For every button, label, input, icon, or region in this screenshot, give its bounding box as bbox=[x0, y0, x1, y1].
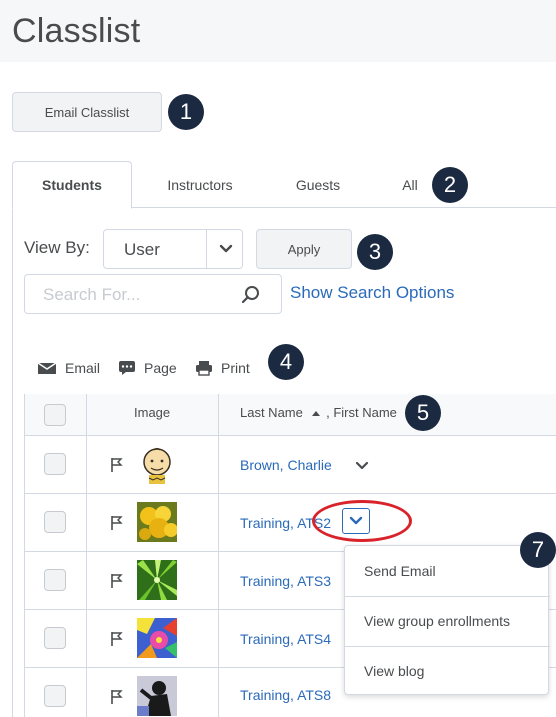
sort-column-first-name[interactable]: , First Name bbox=[326, 405, 397, 420]
show-search-options-link[interactable]: Show Search Options bbox=[290, 283, 454, 303]
row-checkbox[interactable] bbox=[44, 569, 66, 591]
callout-2: 2 bbox=[432, 167, 468, 203]
select-divider bbox=[206, 230, 207, 268]
row-checkbox[interactable] bbox=[44, 511, 66, 533]
avatar bbox=[137, 618, 177, 658]
chat-bubble-icon bbox=[119, 361, 135, 375]
chevron-down-icon bbox=[219, 244, 233, 253]
student-name-link[interactable]: Training, ATS4 bbox=[240, 631, 331, 647]
avatar bbox=[137, 560, 177, 600]
tab-guests[interactable]: Guests bbox=[282, 161, 354, 209]
sort-column-last-name[interactable]: Last Name bbox=[240, 405, 303, 420]
context-menu: Send Email View group enrollments View b… bbox=[344, 545, 550, 696]
tab-bar: Students Instructors Guests All bbox=[12, 161, 556, 209]
column-header-name[interactable]: Last Name , First Name bbox=[240, 405, 397, 420]
toolbar-page-label: Page bbox=[144, 360, 177, 376]
printer-icon bbox=[196, 361, 212, 376]
callout-7: 7 bbox=[520, 532, 556, 568]
chevron-down-icon[interactable] bbox=[354, 460, 370, 472]
toolbar-email[interactable]: Email bbox=[37, 358, 100, 378]
student-name-link[interactable]: Brown, Charlie bbox=[240, 457, 332, 473]
student-name-link[interactable]: Training, ATS8 bbox=[240, 687, 331, 703]
callout-5: 5 bbox=[405, 395, 441, 431]
flag-icon[interactable] bbox=[110, 689, 124, 705]
toolbar-email-label: Email bbox=[65, 360, 101, 376]
tab-instructors[interactable]: Instructors bbox=[150, 161, 250, 209]
highlight-oval bbox=[312, 500, 412, 542]
row-checkbox[interactable] bbox=[44, 685, 66, 707]
callout-1: 1 bbox=[168, 94, 204, 130]
tab-students[interactable]: Students bbox=[12, 161, 132, 209]
toolbar-print[interactable]: Print bbox=[195, 358, 250, 378]
search-input[interactable] bbox=[43, 284, 233, 306]
view-by-value: User bbox=[124, 240, 160, 259]
column-header-image: Image bbox=[134, 405, 171, 420]
student-name-link[interactable]: Training, ATS3 bbox=[240, 573, 331, 589]
menu-item-view-group-enrollments[interactable]: View group enrollments bbox=[345, 596, 550, 646]
menu-item-view-blog[interactable]: View blog bbox=[345, 646, 550, 696]
avatar bbox=[137, 676, 177, 716]
avatar bbox=[137, 444, 177, 484]
toolbar-print-label: Print bbox=[221, 360, 250, 376]
envelope-icon bbox=[37, 362, 57, 374]
flag-icon[interactable] bbox=[110, 631, 124, 647]
flag-icon[interactable] bbox=[110, 573, 124, 589]
row-checkbox[interactable] bbox=[44, 627, 66, 649]
email-classlist-button[interactable]: Email Classlist bbox=[12, 92, 162, 132]
search-icon[interactable] bbox=[239, 283, 263, 307]
search-box bbox=[24, 274, 282, 314]
view-by-select[interactable]: User bbox=[103, 229, 243, 269]
flag-icon[interactable] bbox=[110, 515, 124, 531]
callout-4: 4 bbox=[268, 344, 304, 380]
avatar bbox=[137, 502, 177, 542]
select-all-checkbox[interactable] bbox=[44, 404, 66, 426]
sort-up-icon bbox=[311, 411, 320, 416]
row-checkbox[interactable] bbox=[44, 453, 66, 475]
page-title: Classlist bbox=[12, 12, 141, 50]
toolbar-page[interactable]: Page bbox=[118, 358, 177, 378]
menu-item-send-email[interactable]: Send Email bbox=[345, 546, 550, 596]
apply-button[interactable]: Apply bbox=[256, 229, 352, 269]
tab-all[interactable]: All bbox=[390, 161, 430, 209]
view-by-label: View By: bbox=[24, 238, 90, 257]
callout-3: 3 bbox=[357, 234, 393, 270]
flag-icon[interactable] bbox=[110, 457, 124, 473]
